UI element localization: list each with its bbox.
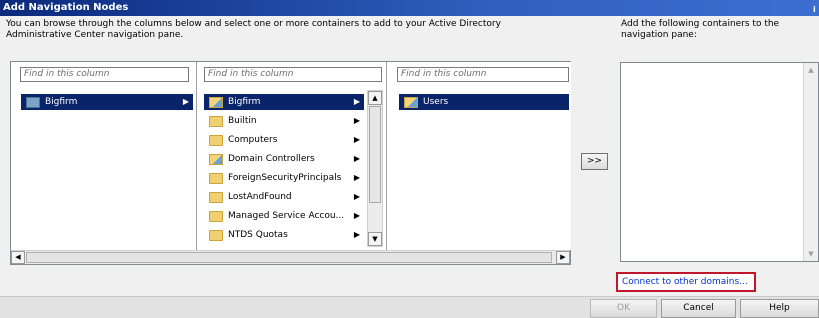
list-item-label: Bigfirm <box>228 97 261 107</box>
list-item-label: Managed Service Accou... <box>228 211 345 221</box>
folder-special-icon <box>209 97 223 108</box>
folder-icon <box>209 230 223 241</box>
expand-arrow-icon: ▶ <box>353 154 360 163</box>
target-caption-line-2: navigation pane: <box>621 30 697 40</box>
folder-special-icon <box>404 97 418 108</box>
dialog-footer: OK Cancel Help <box>0 296 819 318</box>
browser-column-1: Find in this column Bigfirm ▶ <box>11 62 197 250</box>
folder-special-icon <box>209 154 223 165</box>
target-list-caption: Add the following containers to the navi… <box>621 19 811 41</box>
list-item-users[interactable]: Users <box>399 94 569 110</box>
folder-icon <box>209 135 223 146</box>
browser-horizontal-scrollbar[interactable]: ◀ ▶ <box>11 250 570 264</box>
list-item-label: Computers <box>228 135 278 145</box>
column-browser: Find in this column Bigfirm ▶ Find in th… <box>10 61 571 265</box>
target-list-scrollbar[interactable]: ▲ ▼ <box>803 63 818 261</box>
list-item-label: Users <box>423 97 449 107</box>
list-item[interactable]: Managed Service Accou... ▶ <box>204 208 364 224</box>
scroll-up-icon[interactable]: ▲ <box>804 63 818 77</box>
dialog-title-bar: Add Navigation Nodes i <box>0 0 819 16</box>
list-item-label: Builtin <box>228 116 257 126</box>
expand-arrow-icon: ▶ <box>353 192 360 201</box>
list-item[interactable]: NTDS Quotas ▶ <box>204 227 364 243</box>
scroll-down-icon[interactable]: ▼ <box>368 232 382 246</box>
domain-icon <box>26 97 40 108</box>
column-1-find-input[interactable]: Find in this column <box>20 67 189 82</box>
title-bar-fragment: i <box>813 5 816 14</box>
expand-arrow-icon: ▶ <box>353 97 360 106</box>
scroll-right-icon[interactable]: ▶ <box>556 251 570 264</box>
scroll-thumb[interactable] <box>369 106 381 203</box>
list-item-bigfirm-root[interactable]: Bigfirm ▶ <box>21 94 193 110</box>
list-item-label: Domain Controllers <box>228 154 315 164</box>
list-item[interactable]: ForeignSecurityPrincipals ▶ <box>204 170 364 186</box>
add-to-list-button[interactable]: >> <box>581 153 608 170</box>
browser-column-2: Find in this column Bigfirm ▶ Builtin ▶ … <box>198 62 387 250</box>
folder-icon <box>209 173 223 184</box>
list-item[interactable]: Builtin ▶ <box>204 113 364 129</box>
expand-arrow-icon: ▶ <box>353 116 360 125</box>
help-button[interactable]: Help <box>740 299 819 318</box>
list-item-label: LostAndFound <box>228 192 292 202</box>
scroll-up-icon[interactable]: ▲ <box>368 91 382 105</box>
list-item[interactable]: Computers ▶ <box>204 132 364 148</box>
scroll-thumb[interactable] <box>26 252 552 263</box>
expand-arrow-icon: ▶ <box>353 230 360 239</box>
expand-arrow-icon: ▶ <box>182 97 189 106</box>
target-containers-list[interactable]: ▲ ▼ <box>620 62 819 262</box>
list-item[interactable]: LostAndFound ▶ <box>204 189 364 205</box>
instructions-line-1: You can browse through the columns below… <box>6 19 501 29</box>
connect-other-domains-link[interactable]: Connect to other domains... <box>616 272 756 292</box>
column-2-find-input[interactable]: Find in this column <box>204 67 382 82</box>
list-item-label: NTDS Quotas <box>228 230 288 240</box>
expand-arrow-icon: ▶ <box>353 135 360 144</box>
column-2-vertical-scrollbar[interactable]: ▲ ▼ <box>367 90 383 247</box>
column-3-find-input[interactable]: Find in this column <box>397 67 569 82</box>
list-item-label: Bigfirm <box>45 97 78 107</box>
list-item[interactable]: Domain Controllers ▶ <box>204 151 364 167</box>
dialog-title: Add Navigation Nodes <box>3 2 129 13</box>
browser-column-3: Find in this column Users <box>388 62 571 250</box>
folder-icon <box>209 116 223 127</box>
scroll-left-icon[interactable]: ◀ <box>11 251 25 264</box>
list-item[interactable]: Bigfirm ▶ <box>204 94 364 110</box>
expand-arrow-icon: ▶ <box>353 173 360 182</box>
instructions-text: You can browse through the columns below… <box>6 19 546 41</box>
ok-button[interactable]: OK <box>590 299 657 318</box>
folder-icon <box>209 211 223 222</box>
expand-arrow-icon: ▶ <box>353 211 360 220</box>
folder-icon <box>209 192 223 203</box>
instructions-line-2: Administrative Center navigation pane. <box>6 30 184 40</box>
cancel-button[interactable]: Cancel <box>661 299 736 318</box>
scroll-down-icon[interactable]: ▼ <box>804 247 818 261</box>
list-item-label: ForeignSecurityPrincipals <box>228 173 342 183</box>
target-caption-line-1: Add the following containers to the <box>621 19 780 29</box>
